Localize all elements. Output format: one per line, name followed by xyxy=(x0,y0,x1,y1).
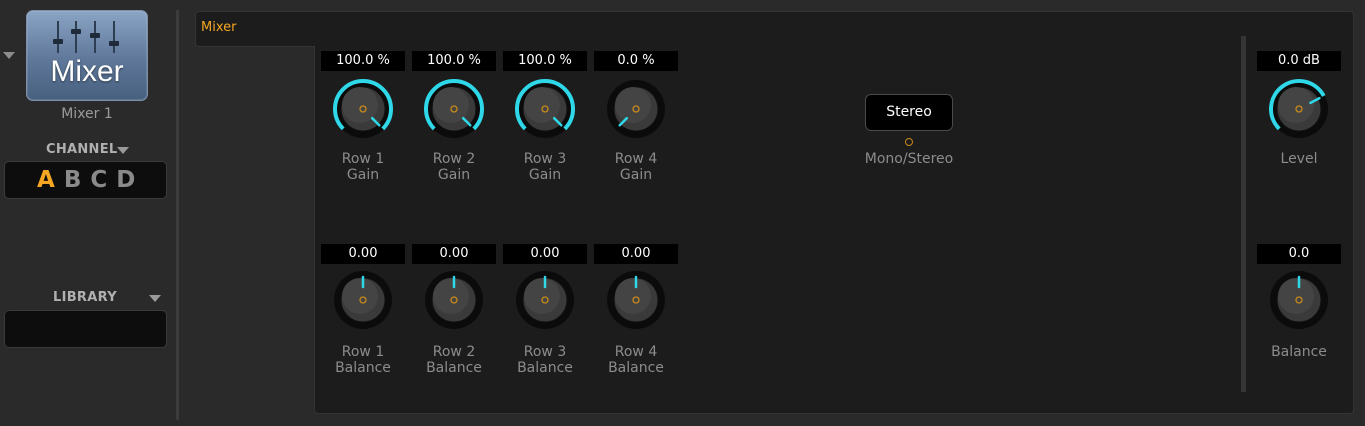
balance-value[interactable]: 0.00 xyxy=(321,244,405,264)
balance-knob[interactable] xyxy=(513,268,577,332)
gain-value[interactable]: 0.0 % xyxy=(594,51,678,71)
fader-icon xyxy=(90,21,100,53)
level-value[interactable]: 0.0 dB xyxy=(1257,51,1341,71)
balance-label-param: Balance xyxy=(335,360,391,376)
master-balance-knob[interactable] xyxy=(1267,268,1331,332)
balance-knob[interactable] xyxy=(604,268,668,332)
balance-label-param: Balance xyxy=(608,360,664,376)
vertical-divider xyxy=(176,10,179,420)
fader-icon xyxy=(109,21,119,53)
gain-label-row: Row 3 xyxy=(523,151,567,167)
gain-knob[interactable] xyxy=(604,77,668,141)
library-dropdown-icon[interactable] xyxy=(149,295,161,302)
module-icon-title: Mixer xyxy=(50,55,124,88)
library-field[interactable] xyxy=(4,310,167,348)
mono-stereo-led-icon xyxy=(905,138,913,146)
library-label: LIBRARY xyxy=(53,290,117,305)
balance-label-row: Row 4 xyxy=(614,344,658,360)
gain-value[interactable]: 100.0 % xyxy=(321,51,405,71)
gain-label-row: Row 1 xyxy=(341,151,385,167)
master-balance-value[interactable]: 0.0 xyxy=(1257,244,1341,264)
right-divider xyxy=(1241,36,1246,392)
gain-label-row: Row 4 xyxy=(614,151,658,167)
gain-label-param: Gain xyxy=(346,167,380,183)
channel-selector[interactable]: A B C D xyxy=(4,161,167,199)
gain-value[interactable]: 100.0 % xyxy=(503,51,587,71)
level-label: Level xyxy=(1280,151,1318,167)
gain-value[interactable]: 100.0 % xyxy=(412,51,496,71)
gain-knob[interactable] xyxy=(422,77,486,141)
balance-value[interactable]: 0.00 xyxy=(594,244,678,264)
channel-label: CHANNEL xyxy=(46,142,118,157)
channel-c[interactable]: C xyxy=(90,167,107,193)
fader-icon xyxy=(53,21,63,53)
channel-b[interactable]: B xyxy=(64,167,82,193)
gain-label-param: Gain xyxy=(528,167,562,183)
balance-label-row: Row 3 xyxy=(523,344,567,360)
module-name: Mixer 1 xyxy=(61,106,113,122)
balance-label-row: Row 2 xyxy=(432,344,476,360)
balance-value[interactable]: 0.00 xyxy=(412,244,496,264)
mono-stereo-label: Mono/Stereo xyxy=(864,151,954,167)
mixer-module-icon[interactable]: Mixer xyxy=(26,10,148,101)
channel-a[interactable]: A xyxy=(37,167,55,193)
level-knob[interactable] xyxy=(1267,77,1331,141)
channel-dropdown-icon[interactable] xyxy=(117,147,129,154)
balance-knob[interactable] xyxy=(422,268,486,332)
gain-label-row: Row 2 xyxy=(432,151,476,167)
module-menu-arrow-icon[interactable] xyxy=(3,52,15,59)
balance-label-row: Row 1 xyxy=(341,344,385,360)
gain-knob[interactable] xyxy=(331,77,395,141)
mono-stereo-button[interactable]: Stereo xyxy=(865,94,953,131)
balance-label-param: Balance xyxy=(426,360,482,376)
master-balance-label: Balance xyxy=(1271,344,1327,360)
channel-d[interactable]: D xyxy=(116,167,135,193)
tab-mixer-label: Mixer xyxy=(201,20,237,35)
balance-knob[interactable] xyxy=(331,268,395,332)
balance-label-param: Balance xyxy=(517,360,573,376)
gain-knob[interactable] xyxy=(513,77,577,141)
fader-icon xyxy=(71,21,81,53)
gain-label-param: Gain xyxy=(437,167,471,183)
gain-label-param: Gain xyxy=(619,167,653,183)
balance-value[interactable]: 0.00 xyxy=(503,244,587,264)
